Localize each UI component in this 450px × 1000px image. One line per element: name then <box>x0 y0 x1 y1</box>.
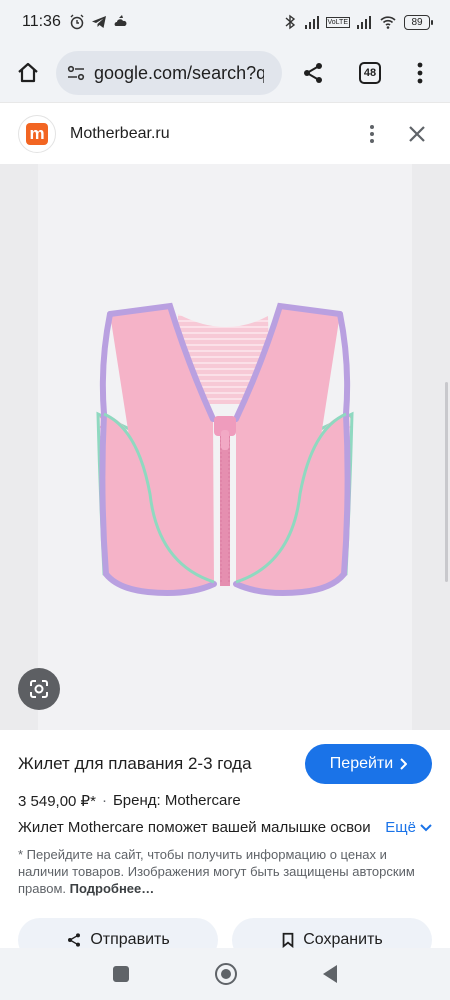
product-image[interactable] <box>38 164 412 730</box>
address-bar[interactable]: google.com/search?q <box>56 51 282 95</box>
site-logo: m <box>18 114 56 153</box>
cloud-notification-icon <box>114 15 127 26</box>
signal-icon <box>304 16 319 29</box>
site-settings-icon[interactable] <box>66 63 86 83</box>
share-icon <box>68 933 81 947</box>
bluetooth-icon <box>285 14 295 30</box>
more-label: Ещё <box>385 819 416 836</box>
image-scrollbar[interactable] <box>445 382 448 582</box>
battery-indicator: 89 <box>404 14 433 30</box>
product-description: Жилет Mothercare поможет вашей малышке о… <box>18 819 370 836</box>
recents-button[interactable] <box>113 966 129 982</box>
product-brand: Бренд: Mothercare <box>112 792 241 809</box>
browser-toolbar: google.com/search?q 48 <box>0 44 450 102</box>
site-name[interactable]: Motherbear.ru <box>70 125 170 143</box>
chevron-right-icon <box>400 758 408 770</box>
visit-button[interactable]: Перейти <box>305 744 432 784</box>
save-button[interactable]: Сохранить <box>232 918 432 948</box>
status-time: 11:36 <box>22 13 61 30</box>
bookmark-icon <box>282 932 294 948</box>
product-image-viewer[interactable] <box>0 164 450 730</box>
volte-badge: VoLTE <box>325 16 350 28</box>
learn-more-link[interactable]: Подробнее… <box>70 881 155 896</box>
share-button[interactable] <box>284 44 342 102</box>
alarm-icon <box>70 14 84 30</box>
source-header: m Motherbear.ru <box>0 102 450 164</box>
close-button[interactable] <box>392 114 442 154</box>
tab-count: 48 <box>359 62 381 84</box>
product-title: Жилет для плавания 2-3 года <box>18 754 252 773</box>
url-text: google.com/search?q <box>94 62 264 83</box>
telegram-icon <box>91 16 106 28</box>
home-button[interactable] <box>0 44 56 102</box>
close-icon <box>409 125 425 142</box>
home-icon <box>18 62 38 83</box>
visit-button-label: Перейти <box>329 755 394 772</box>
browser-menu-button[interactable] <box>398 44 442 102</box>
chevron-down-icon <box>420 823 432 831</box>
copyright-note: * Перейдите на сайт, чтобы получить инфо… <box>18 846 418 897</box>
wifi-icon <box>380 16 396 29</box>
more-vert-icon <box>370 124 374 143</box>
google-lens-button[interactable] <box>18 668 60 710</box>
share-icon <box>304 63 322 83</box>
more-button[interactable]: Ещё <box>385 819 432 836</box>
swim-vest-illustration <box>96 302 354 596</box>
product-price: 3 549,00 ₽* <box>18 793 96 810</box>
action-buttons: Отправить Сохранить <box>0 918 450 948</box>
status-bar: 11:36 VoLTE 89 <box>0 0 450 44</box>
site-logo-mark: m <box>26 122 48 145</box>
send-button[interactable]: Отправить <box>18 918 218 948</box>
description-row: Жилет Mothercare поможет вашей малышке о… <box>18 819 432 836</box>
save-label: Сохранить <box>303 931 383 948</box>
home-nav-button[interactable] <box>215 963 237 985</box>
back-button[interactable] <box>323 965 337 983</box>
system-nav-bar <box>0 948 450 1000</box>
site-more-button[interactable] <box>352 114 392 154</box>
send-label: Отправить <box>90 931 170 948</box>
product-info-panel: Жилет для плавания 2-3 года Перейти 3 54… <box>0 730 450 948</box>
more-vert-icon <box>417 62 423 84</box>
tabs-button[interactable]: 48 <box>342 44 398 102</box>
lens-icon <box>30 680 48 698</box>
meta-separator: · <box>101 792 107 809</box>
product-meta: 3 549,00 ₽* · Бренд: Mothercare <box>18 792 241 810</box>
signal-icon-2 <box>357 16 371 29</box>
